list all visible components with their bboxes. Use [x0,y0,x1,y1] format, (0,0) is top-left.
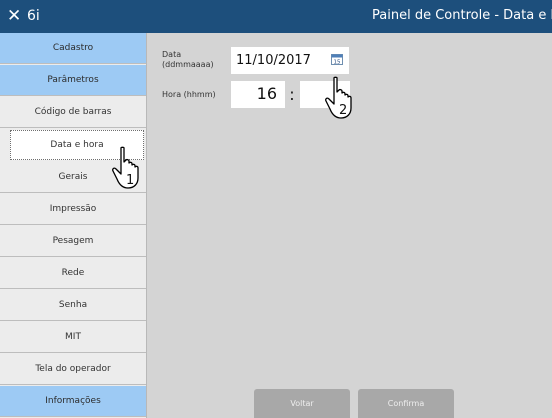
sidebar-item-pesagem[interactable]: Pesagem [0,226,146,257]
window-title: Painel de Controle - Data e hora [372,8,552,23]
close-icon[interactable]: ✕ [7,5,27,27]
time-separator: : [289,85,295,104]
sidebar-item-impressao[interactable]: Impressão [0,194,146,225]
sidebar-item-mit[interactable]: MIT [0,322,146,353]
sidebar-item-parametros[interactable]: Parâmetros [0,65,146,96]
minute-input[interactable] [300,81,350,108]
sidebar-item-tela-do-operador[interactable]: Tela do operador [0,354,146,385]
sidebar-item-cadastro[interactable]: Cadastro [0,33,146,64]
sidebar-item-rede[interactable]: Rede [0,258,146,289]
hour-value: 16 [256,84,277,103]
hour-label: Hora (hhmm) [162,90,216,99]
date-field[interactable]: 11/10/2017 15 [231,47,349,74]
sidebar-item-data-e-hora[interactable]: Data e hora [10,130,144,160]
sidebar-item-senha[interactable]: Senha [0,290,146,321]
sidebar-menu: Cadastro Parâmetros Código de barras Dat… [0,33,147,418]
calendar-day: 15 [334,60,341,66]
confirm-button[interactable]: Confirma [358,389,454,418]
hour-input[interactable]: 16 [231,81,285,108]
sidebar-item-codigo-de-barras[interactable]: Código de barras [0,97,146,128]
date-format-hint: (ddmmaaaa) [162,60,214,69]
title-bar: ✕ 6i Painel de Controle - Data e hora [0,0,552,33]
sidebar-item-informacoes[interactable]: Informações [0,386,146,417]
back-button[interactable]: Voltar [254,389,350,418]
app-name: 6i [27,8,40,24]
calendar-icon[interactable]: 15 [331,54,343,65]
date-label: Data [162,50,182,59]
date-value: 11/10/2017 [236,53,311,68]
sidebar-item-gerais[interactable]: Gerais [0,162,146,193]
